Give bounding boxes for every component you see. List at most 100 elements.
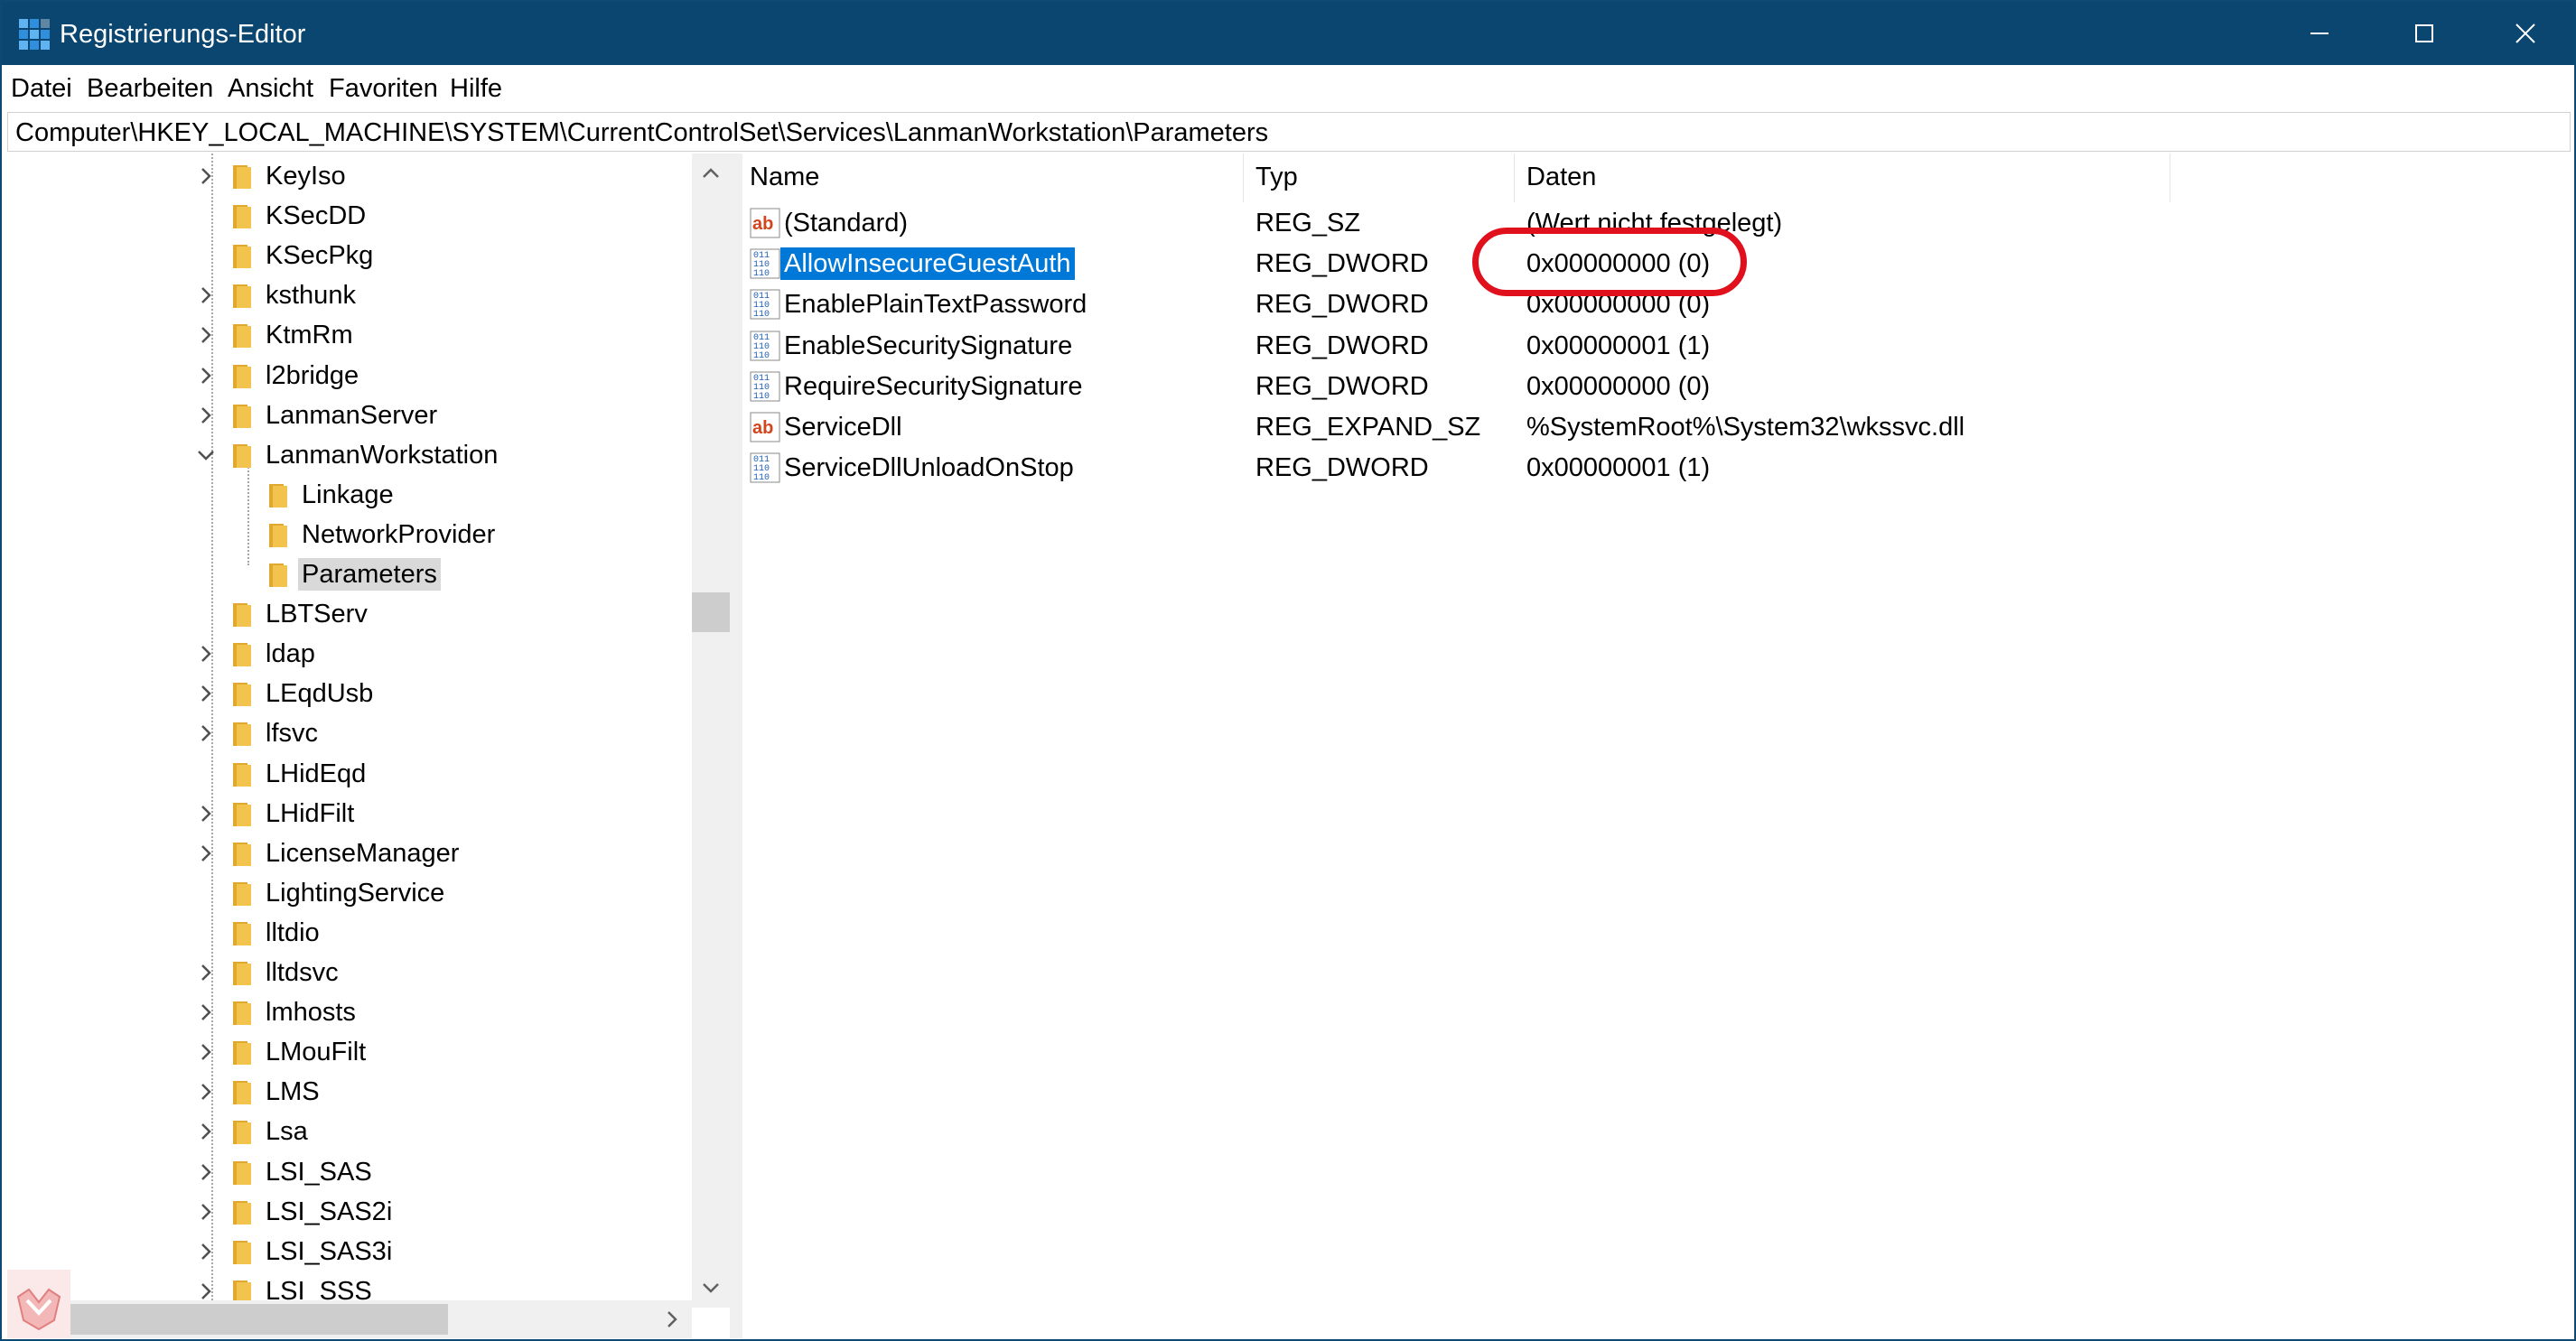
tree-item-lbtserv[interactable]: LBTServ [7,594,694,634]
address-path[interactable]: Computer\HKEY_LOCAL_MACHINE\SYSTEM\Curre… [15,116,1268,149]
tree-item-lsi-sas[interactable]: LSI_SAS [7,1152,694,1192]
column-header-type[interactable]: Typ [1255,161,1298,200]
tree-item-label: LEqdUsb [266,679,374,709]
tree-item-ldap[interactable]: ldap [7,634,694,674]
tree-item-licensemanager[interactable]: LicenseManager [7,833,694,873]
tree-item-ksecpkg[interactable]: KSecPkg [7,236,694,275]
chevron-right-icon[interactable] [195,1161,217,1183]
tree-item-lmhosts[interactable]: lmhosts [7,992,694,1032]
chevron-right-icon[interactable] [195,405,217,426]
tree-item-lfsvc[interactable]: lfsvc [7,713,694,753]
column-header-data[interactable]: Daten [1526,161,1596,200]
folder-icon [233,921,251,945]
column-separator[interactable] [1514,154,1515,202]
folder-icon [233,284,251,309]
chevron-right-icon[interactable] [195,324,217,346]
scroll-right-icon[interactable] [661,1308,683,1330]
chevron-right-icon[interactable] [195,1041,217,1063]
tree-item-leqdusb[interactable]: LEqdUsb [7,674,694,713]
chevron-right-icon[interactable] [195,165,217,187]
tree-item-lltdsvc[interactable]: lltdsvc [7,953,694,992]
tree-item-lhideqd[interactable]: LHidEqd [7,754,694,794]
folder-icon [233,324,251,349]
tree-item-lmoufilt[interactable]: LMouFilt [7,1032,694,1072]
minimize-button[interactable] [2267,2,2372,65]
title-bar[interactable]: Registrierungs-Editor [2,2,2574,65]
value-name: RequireSecuritySignature [784,371,1083,401]
chevron-right-icon[interactable] [195,284,217,306]
folder-icon [233,205,251,229]
value-row[interactable]: 011 110 110 AllowInsecureGuestAuth REG_DWORD… [742,243,2571,284]
tree-item-ksthunk[interactable]: ksthunk [7,275,694,315]
column-separator[interactable] [1243,154,1244,202]
tree-item-ksecdd[interactable]: KSecDD [7,196,694,236]
value-row[interactable]: 011 110 110 RequireSecuritySignature REG_DWO… [742,366,2571,406]
scroll-down-icon[interactable] [700,1277,722,1299]
tree-horizontal-scroll-thumb[interactable] [65,1304,448,1335]
chevron-right-icon[interactable] [195,962,217,983]
chevron-right-icon[interactable] [195,1001,217,1023]
tree-item-lms[interactable]: LMS [7,1072,694,1112]
tree-item-lltdio[interactable]: lltdio [7,913,694,953]
value-row[interactable]: ab (Standard) REG_SZ (Wert nicht festgelegt… [742,202,2571,243]
tree-item-label: KeyIso [266,162,346,191]
menu-ansicht[interactable]: Ansicht [228,72,313,105]
tree-item-label: LBTServ [266,600,368,629]
menu-hilfe[interactable]: Hilfe [450,72,502,105]
folder-icon [233,1240,251,1264]
dword-value-icon: 011110110 [750,371,780,402]
chevron-right-icon[interactable] [195,722,217,744]
tree-item-ktmrm[interactable]: KtmRm [7,315,694,355]
chevron-right-icon[interactable] [195,1201,217,1223]
chevron-right-icon[interactable] [195,683,217,704]
maximize-button[interactable] [2372,2,2477,65]
chevron-right-icon[interactable] [195,843,217,864]
value-row[interactable]: 011 110 110 ServiceDllUnloadOnStop REG_DWORD… [742,447,2571,488]
chevron-right-icon[interactable] [195,1280,217,1302]
tree-item-l2bridge[interactable]: l2bridge [7,356,694,396]
tree-item-linkage[interactable]: Linkage [7,475,694,515]
chevron-right-icon[interactable] [195,1241,217,1262]
folder-icon [233,364,251,388]
tree-item-lsi-sas2i[interactable]: LSI_SAS2i [7,1192,694,1232]
menu-bearbeiten[interactable]: Bearbeiten [87,72,213,105]
value-row[interactable]: ab ServiceDll REG_EXPAND_SZ %SystemRoot%\Sy… [742,406,2571,447]
scroll-up-icon[interactable] [700,163,722,184]
menu-datei[interactable]: Datei [11,72,72,105]
folder-icon [233,1081,251,1105]
menu-favoriten[interactable]: Favoriten [329,72,438,105]
close-button[interactable] [2473,2,2574,65]
tree-item-lhidfilt[interactable]: LHidFilt [7,794,694,833]
values-list[interactable]: Name Typ Daten ab (Standard) REG_SZ (Wert n… [742,154,2571,1338]
column-header-name[interactable]: Name [750,161,819,200]
chevron-right-icon[interactable] [195,1121,217,1142]
chevron-right-icon[interactable] [195,643,217,665]
value-row[interactable]: 011 110 110 EnableSecuritySignature REG_DWOR… [742,325,2571,366]
tree-item-networkprovider[interactable]: NetworkProvider [7,515,694,554]
tree-item-lsi-sas3i[interactable]: LSI_SAS3i [7,1232,694,1271]
tree-item-keyiso[interactable]: KeyIso [7,156,694,196]
value-name: EnableSecuritySignature [784,331,1073,360]
value-data: 0x00000001 (1) [1526,453,1711,483]
tree-item-parameters[interactable]: Parameters [7,554,694,594]
chevron-right-icon[interactable] [195,365,217,386]
chevron-down-icon[interactable] [195,444,217,466]
tree-item-lanmanserver[interactable]: LanmanServer [7,396,694,435]
tree-vertical-scrollbar[interactable] [692,154,730,1308]
tree-item-lightingservice[interactable]: LightingService [7,873,694,913]
tree-item-lsa[interactable]: Lsa [7,1112,694,1151]
tree-horizontal-scrollbar[interactable] [7,1300,692,1338]
chevron-right-icon[interactable] [195,803,217,824]
folder-icon [233,1160,251,1185]
key-tree[interactable]: KeyIso KSecDD KSecPkg ksthunk KtmRm l2bridge L… [7,154,730,1338]
pane-splitter[interactable] [730,154,742,1338]
tree-item-lanmanworkstation[interactable]: LanmanWorkstation [7,435,694,475]
folder-icon [233,1041,251,1066]
address-bar[interactable]: Computer\HKEY_LOCAL_MACHINE\SYSTEM\Curre… [7,112,2571,152]
value-name: ServiceDllUnloadOnStop [784,453,1074,483]
value-row[interactable]: 011 110 110 EnablePlainTextPassword REG_DWOR… [742,284,2571,324]
chevron-right-icon[interactable] [195,1081,217,1103]
dword-value-icon: 011110110 [750,248,780,279]
tree-vertical-scroll-thumb[interactable] [692,592,730,632]
svg-text:110: 110 [753,310,770,320]
